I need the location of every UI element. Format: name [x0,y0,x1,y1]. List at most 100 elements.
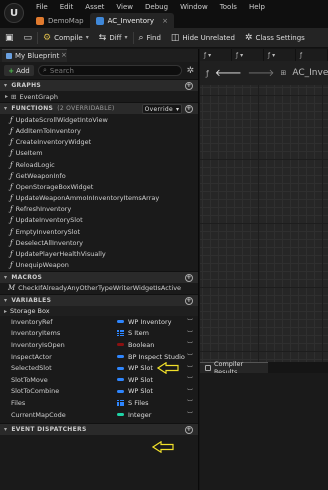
close-icon[interactable]: × [162,17,168,25]
variable-type-label[interactable]: S Files [128,399,148,407]
save-button[interactable]: ▣ [0,28,19,48]
gear-icon[interactable]: ✲ [186,66,194,76]
visibility-eye-icon[interactable]: ︶ [187,352,193,361]
function-icon: ƒ [10,194,13,203]
variable-type-icon[interactable] [117,366,124,370]
variable-type-label[interactable]: S Item [128,329,149,337]
variable-type-icon[interactable] [117,320,124,324]
function-item[interactable]: ƒ AddItemToInventory [0,125,198,136]
visibility-eye-icon[interactable]: ︶ [187,317,193,326]
variable-row[interactable]: InventoryRef WP Inventory ︶ [0,316,198,328]
diff-button[interactable]: ⇆ Diff ▾ [94,28,133,48]
menu-item-edit[interactable]: Edit [54,1,80,13]
variable-category[interactable]: ▸ Storage Box [0,306,198,316]
visibility-eye-icon[interactable]: ︶ [187,387,193,396]
add-variable-icon[interactable]: + [185,297,193,305]
function-item[interactable]: ƒ UpdateInventorySlot [0,215,198,226]
variable-type-label[interactable]: Boolean [128,341,154,349]
variable-type-label[interactable]: WP Slot [128,387,153,395]
chevron-down-icon[interactable]: ▾ [86,34,89,41]
variable-type-icon[interactable] [117,413,124,417]
variable-row[interactable]: CurrentMapCode Integer ︶ [0,409,198,421]
back-arrow-icon[interactable]: 🡐 [215,67,242,79]
graphs-section-header[interactable]: ▾ GRAPHS + [0,79,198,91]
menu-item-tools[interactable]: Tools [214,1,243,13]
graph-tab[interactable]: ƒ ▾ [232,49,264,61]
function-item[interactable]: ƒ UpdatePlayerHealthVisually [0,248,198,259]
browse-button[interactable]: ▭ [19,28,38,48]
function-item[interactable]: ƒ CreateInventoryWidget [0,137,198,148]
variable-row[interactable]: SlotToMove WP Slot ︶ [0,374,198,386]
graph-item[interactable]: ▸ ⊞ EventGraph [0,91,198,102]
variable-row[interactable]: InventoryItems S Item ︶ [0,328,198,340]
override-dropdown[interactable]: Override ▾ [142,104,182,115]
function-item[interactable]: ƒ ReloadLogic [0,159,198,170]
function-item[interactable]: ƒ EmptyInventorySlot [0,226,198,237]
macro-item[interactable]: M CheckIfAlreadyAnyOtherTypeWriterWidget… [0,283,198,294]
function-item[interactable]: ƒ UpdateWeaponAmmoInInventoryItemsArray [0,193,198,204]
add-button[interactable]: + Add [4,65,34,76]
graph-tab[interactable]: ƒ ▾ [200,49,232,61]
variable-type-label[interactable]: Integer [128,411,151,419]
class-settings-button[interactable]: ✲ Class Settings [240,28,310,48]
graph-tab[interactable]: ƒ ▾ [264,49,296,61]
variable-type-icon[interactable] [117,389,124,393]
visibility-eye-icon[interactable]: ︶ [187,329,193,338]
visibility-eye-icon[interactable]: ︶ [187,410,193,419]
function-item[interactable]: ƒ UseItem [0,148,198,159]
function-item[interactable]: ƒ UnequipWeapon [0,260,198,271]
find-button[interactable]: ⌕ Find [134,28,166,48]
visibility-eye-icon[interactable]: ︶ [187,364,193,373]
variable-type-icon[interactable] [117,355,124,359]
hide-unrelated-button[interactable]: ◫ Hide Unrelated [166,28,240,48]
graph-breadcrumb[interactable]: AC_Inven [292,68,328,78]
variables-section-header[interactable]: ▾ VARIABLES + [0,294,198,306]
variable-type-icon[interactable] [117,343,124,347]
function-item[interactable]: ƒ UpdateScrollWidgetIntoView [0,114,198,125]
visibility-eye-icon[interactable]: ︶ [187,340,193,349]
function-item[interactable]: ƒ DeselectAllInventory [0,237,198,248]
variable-type-label[interactable]: BP Inspect Studio [128,353,185,361]
unreal-logo-icon[interactable]: U [4,3,24,23]
array-type-icon[interactable] [117,399,124,406]
variable-type-label[interactable]: WP Slot [128,364,153,372]
functions-section-header[interactable]: ▾ FUNCTIONS (2 OVERRIDABLE) Override ▾ + [0,102,198,115]
add-graph-icon[interactable]: + [185,82,193,90]
function-item[interactable]: ƒ RefreshInventory [0,204,198,215]
diff-label: Diff [109,33,122,42]
tab-ac-inventory[interactable]: AC_Inventory × [89,13,174,28]
menu-item-help[interactable]: Help [243,1,271,13]
graph-tab[interactable]: ƒ [296,49,328,61]
variable-row[interactable]: Files S Files ︶ [0,397,198,409]
add-macro-icon[interactable]: + [185,273,193,282]
menu-item-file[interactable]: File [30,1,54,13]
forward-arrow-icon[interactable]: 🡒 [248,67,275,79]
variable-row[interactable]: InventoryIsOpen Boolean ︶ [0,339,198,351]
compiler-results-tab[interactable]: Compiler Results [200,360,268,376]
add-event-dispatcher-icon[interactable]: + [185,426,193,435]
visibility-eye-icon[interactable]: ︶ [187,398,193,407]
array-type-icon[interactable] [117,330,124,337]
function-item[interactable]: ƒ GetWeaponInfo [0,170,198,181]
search-input[interactable]: ⌕ Search [38,65,183,76]
variable-type-label[interactable]: WP Inventory [128,318,171,326]
menu-item-window[interactable]: Window [174,1,214,13]
menu-item-view[interactable]: View [110,1,139,13]
event-dispatchers-section-header[interactable]: ▾ EVENT DISPATCHERS + [0,423,198,436]
macros-section-header[interactable]: ▾ MACROS + [0,270,198,283]
menu-item-debug[interactable]: Debug [139,1,174,13]
variable-row[interactable]: InspectActor BP Inspect Studio ︶ [0,351,198,363]
function-label: UseItem [15,149,43,158]
menu-item-asset[interactable]: Asset [79,1,110,13]
my-blueprint-tab[interactable]: My Blueprint [2,49,68,62]
function-item[interactable]: ƒ OpenStorageBoxWidget [0,181,198,192]
graph-editor[interactable]: ƒ▾ ƒ▾ ƒ▾ ƒ ƒ 🡐 🡒 ⊞ AC_Inven [200,49,328,362]
variable-type-label[interactable]: WP Slot [128,376,153,384]
visibility-eye-icon[interactable]: ︶ [187,375,193,384]
tab-demomap[interactable]: DemoMap [30,13,90,28]
variable-type-icon[interactable] [117,378,124,382]
add-function-icon[interactable]: + [185,105,193,114]
compile-button[interactable]: ⚙ Compile ▾ [38,28,94,48]
variable-row[interactable]: SlotToCombine WP Slot ︶ [0,386,198,398]
close-icon[interactable]: × [61,51,67,59]
